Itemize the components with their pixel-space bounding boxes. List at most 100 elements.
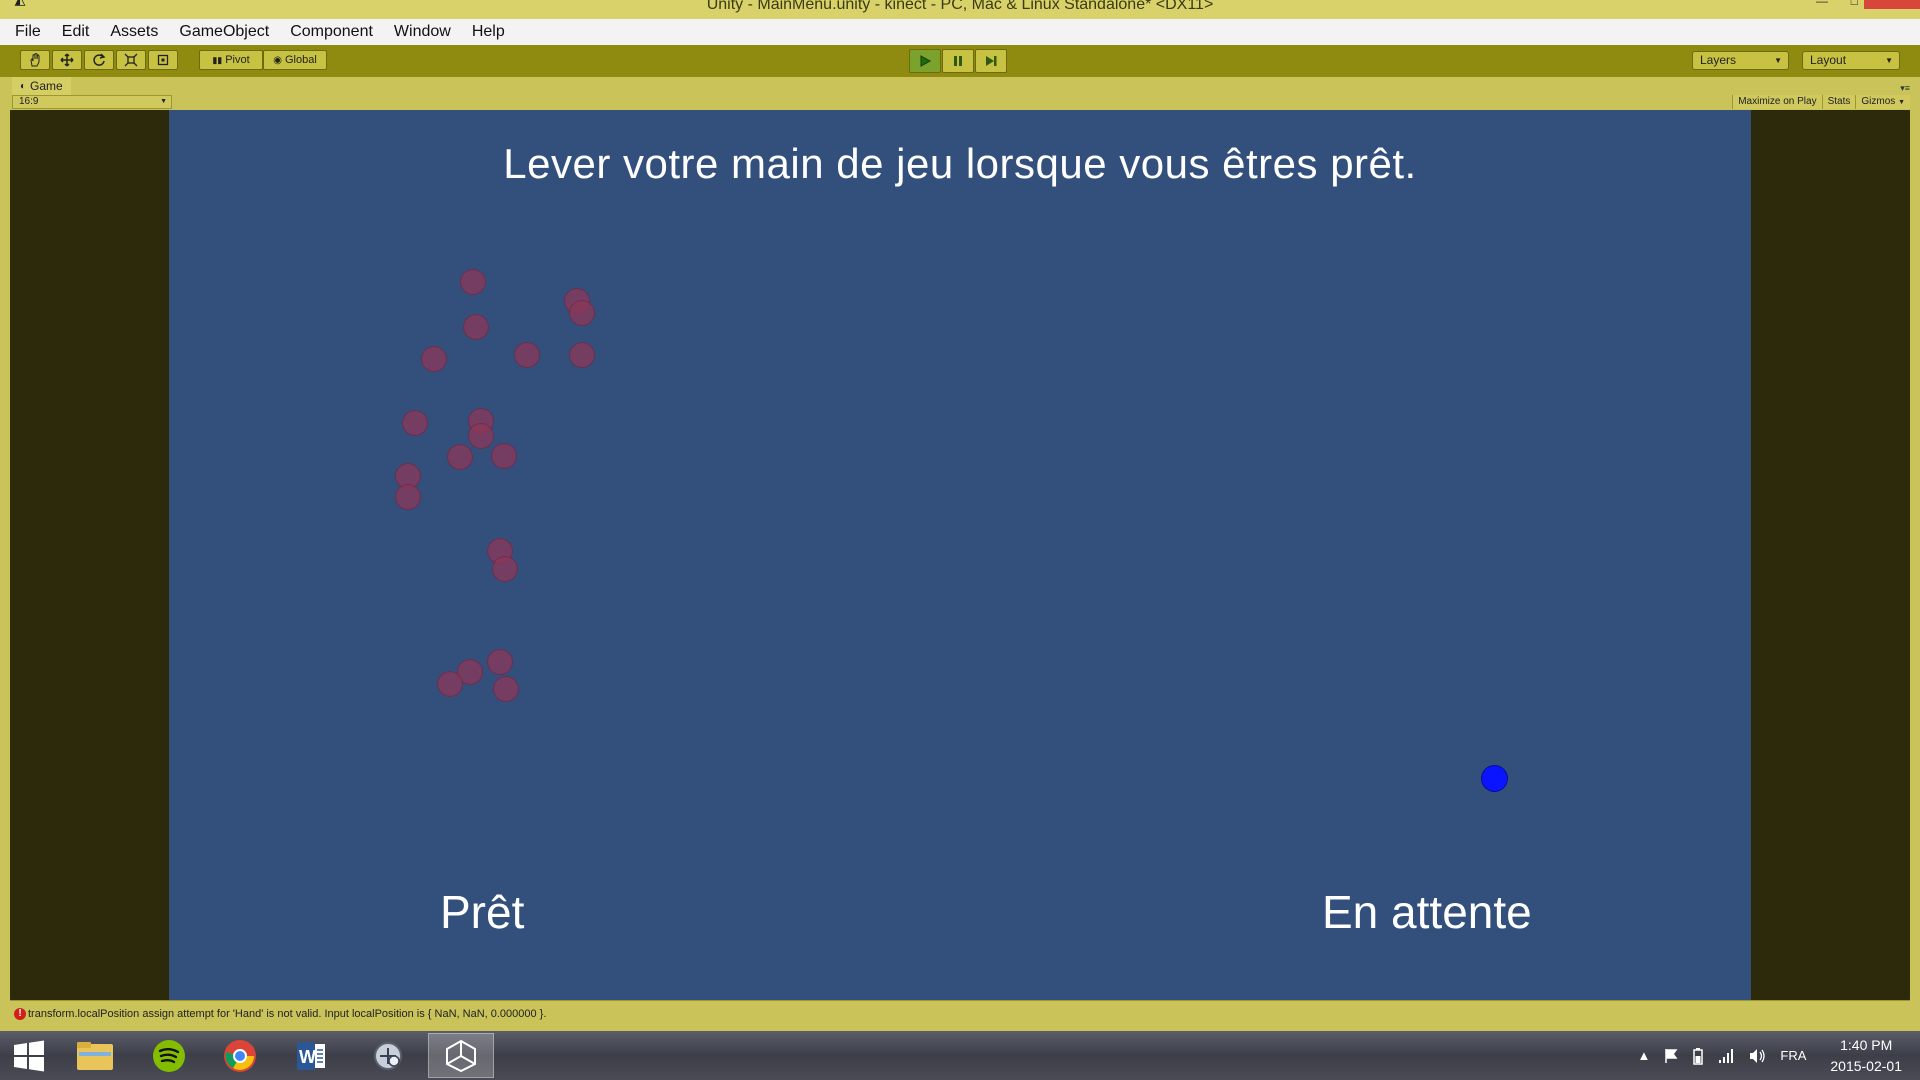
taskbar-file-explorer[interactable] (62, 1033, 128, 1078)
hand-cursor (1481, 765, 1508, 792)
error-icon: ! (14, 1008, 26, 1020)
input-language-indicator[interactable]: FRA (1780, 1048, 1806, 1063)
action-center-flag-icon[interactable] (1664, 1048, 1678, 1064)
svg-text:W: W (299, 1047, 316, 1067)
taskbar: W ▲ FRA 1:40 PM 2015-02-01 (0, 1031, 1920, 1080)
play-icon (920, 55, 932, 67)
skeleton-joint (491, 443, 517, 469)
layout-dropdown[interactable]: Layout ▼ (1802, 51, 1900, 70)
step-icon (986, 56, 997, 66)
game-view-options: Maximize on Play Stats Gizmos ▼ (1732, 95, 1910, 109)
skeleton-joint (569, 300, 595, 326)
maximize-button[interactable]: □ (1851, 0, 1858, 8)
unity-logo-icon: ◭ (10, 0, 30, 10)
skeleton-joint (514, 342, 540, 368)
window-title-bar: ◭ Unity - MainMenu.unity - kinect - PC, … (0, 0, 1920, 19)
gizmos-dropdown[interactable]: Gizmos ▼ (1855, 95, 1910, 109)
spotify-icon (153, 1039, 185, 1072)
menu-edit[interactable]: Edit (55, 19, 97, 45)
show-hidden-icons-icon[interactable]: ▲ (1638, 1048, 1651, 1063)
minimize-button[interactable]: — (1816, 0, 1828, 8)
global-toggle[interactable]: ◉ Global (263, 50, 327, 70)
start-button[interactable] (0, 1033, 58, 1078)
taskbar-remote-app[interactable] (355, 1033, 421, 1078)
layout-label: Layout (1810, 53, 1847, 67)
rotate-tool-button[interactable] (84, 50, 114, 70)
menu-file[interactable]: File (8, 19, 48, 45)
pivot-icon: ▮▮ (212, 54, 223, 65)
toolbar: ▮▮ Pivot ◉ Global Layers ▼ Layout ▼ (0, 45, 1920, 78)
aspect-ratio-dropdown[interactable]: 16:9 ▼ (12, 95, 172, 109)
system-tray: ▲ FRA 1:40 PM 2015-02-01 (1638, 1031, 1920, 1080)
hand-tool-icon (30, 53, 40, 67)
play-button[interactable] (909, 49, 941, 73)
skeleton-joint (468, 423, 494, 449)
taskbar-spotify[interactable] (136, 1033, 202, 1078)
network-signal-icon[interactable] (1718, 1048, 1734, 1064)
pivot-toggle[interactable]: ▮▮ Pivot (199, 50, 263, 70)
menu-window[interactable]: Window (387, 19, 458, 45)
skeleton-joint (421, 346, 447, 372)
waiting-zone-label: En attente (1322, 886, 1532, 938)
skeleton-joint (569, 342, 595, 368)
word-icon: W (297, 1041, 325, 1070)
step-button[interactable] (975, 49, 1007, 73)
menu-component[interactable]: Component (283, 19, 380, 45)
volume-icon[interactable] (1748, 1048, 1766, 1064)
clock[interactable]: 1:40 PM 2015-02-01 (1830, 1035, 1902, 1077)
game-view-header: ◐ Game ▾≡ 16:9 ▼ Maximize on Play Stats … (0, 77, 1920, 110)
hand-tool-button[interactable] (20, 50, 50, 70)
skeleton-joint (492, 556, 518, 582)
unity-icon (446, 1039, 476, 1072)
console-message: transform.localPosition assign attempt f… (28, 1008, 547, 1020)
menu-assets[interactable]: Assets (103, 19, 165, 45)
menu-gameobject[interactable]: GameObject (172, 19, 276, 45)
file-explorer-icon (77, 1041, 113, 1070)
pause-button[interactable] (942, 49, 974, 73)
aspect-ratio-label: 16:9 (19, 96, 39, 107)
skeleton-joint (402, 410, 428, 436)
skeleton-joint (493, 676, 519, 702)
tab-game[interactable]: ◐ Game (12, 77, 71, 95)
gizmos-label: Gizmos (1861, 96, 1896, 107)
chevron-down-icon: ▼ (160, 98, 167, 105)
pivot-label: Pivot (225, 54, 250, 66)
skeleton-joint (447, 444, 473, 470)
global-icon: ◉ (273, 54, 282, 66)
console-status-bar[interactable]: ! transform.localPosition assign attempt… (10, 1000, 1910, 1026)
clock-time: 1:40 PM (1840, 1036, 1893, 1053)
ready-zone-label: Prêt (440, 886, 525, 938)
taskbar-unity[interactable] (428, 1033, 494, 1078)
chrome-icon (224, 1039, 256, 1072)
stats-toggle[interactable]: Stats (1821, 95, 1856, 109)
layers-dropdown[interactable]: Layers ▼ (1692, 51, 1789, 70)
scale-tool-button[interactable] (116, 50, 146, 70)
window-title: Unity - MainMenu.unity - kinect - PC, Ma… (706, 0, 1214, 13)
menu-bar: File Edit Assets GameObject Component Wi… (0, 19, 1920, 45)
chevron-down-icon: ▼ (1774, 56, 1782, 65)
game-tab-label: Game (30, 79, 63, 93)
rotate-tool-icon (93, 53, 106, 66)
close-button[interactable] (1864, 0, 1920, 9)
rect-tool-icon (157, 54, 169, 66)
instruction-text: Lever votre main de jeu lorsque vous êtr… (503, 140, 1417, 187)
taskbar-word[interactable]: W (278, 1033, 344, 1078)
rect-tool-button[interactable] (148, 50, 178, 70)
skeleton-joint (437, 671, 463, 697)
taskbar-chrome[interactable] (207, 1033, 273, 1078)
game-viewport[interactable]: Lever votre main de jeu lorsque vous êtr… (169, 110, 1751, 1000)
layers-label: Layers (1700, 53, 1737, 67)
menu-help[interactable]: Help (465, 19, 512, 45)
move-tool-button[interactable] (52, 50, 82, 70)
skeleton-joint (395, 484, 421, 510)
maximize-on-play-toggle[interactable]: Maximize on Play (1732, 95, 1822, 109)
move-tool-icon (60, 53, 74, 67)
remote-app-icon (374, 1041, 402, 1070)
chevron-down-icon: ▼ (1898, 99, 1905, 106)
battery-icon[interactable] (1692, 1047, 1704, 1065)
scale-tool-icon (124, 53, 138, 67)
skeleton-joint (487, 649, 513, 675)
global-label: Global (284, 54, 317, 66)
chevron-down-icon: ▼ (1885, 56, 1893, 65)
panel-menu-icon[interactable]: ▾≡ (1900, 83, 1910, 94)
